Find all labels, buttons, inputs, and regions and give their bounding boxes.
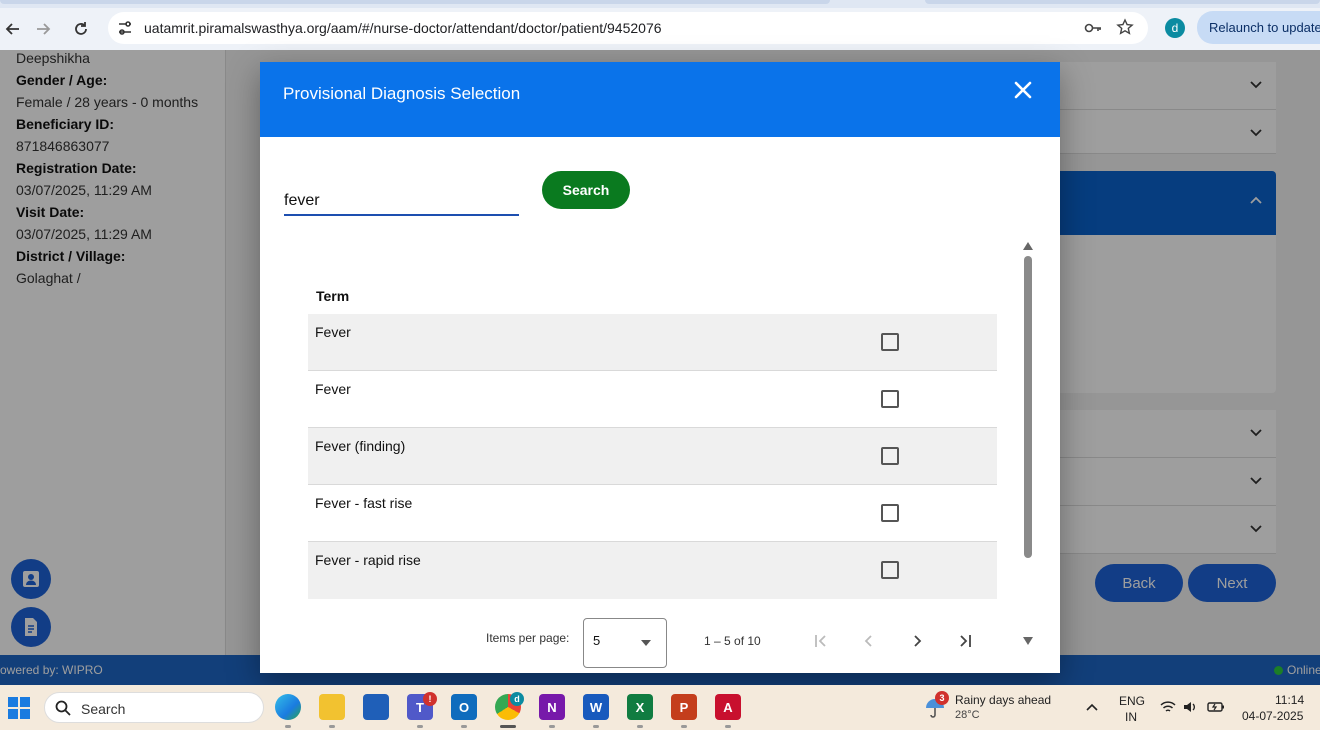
select-checkbox[interactable] (881, 561, 899, 579)
forward-arrow-icon[interactable] (30, 16, 56, 42)
search-button[interactable]: Search (542, 171, 630, 209)
other-tab[interactable] (925, 0, 1320, 4)
previous-page-button[interactable] (857, 629, 881, 653)
diagnosis-table: Term Fever Fever Fever (finding) Fever -… (308, 280, 997, 599)
table-row: Fever (308, 314, 997, 371)
term-cell: Fever (finding) (315, 438, 406, 454)
provisional-diagnosis-dialog: Provisional Diagnosis Selection Search T… (260, 62, 1060, 673)
windows-taskbar: Search T ! O d N W X P A 3 Rainy days ah… (0, 685, 1320, 730)
browser-toolbar: uatamrit.piramalswasthya.org/aam/#/nurse… (0, 8, 1320, 50)
screen: { "browser": { "url": "uatamrit.piramals… (0, 0, 1320, 730)
dropdown-caret-icon (641, 640, 651, 646)
active-indicator (500, 725, 516, 728)
items-per-page-label: Items per page: (486, 631, 570, 645)
tab-strip (0, 0, 1320, 8)
close-icon[interactable] (1012, 79, 1034, 101)
last-page-button[interactable] (953, 629, 977, 653)
weather-badge: 3 (935, 691, 949, 705)
running-indicator (549, 725, 555, 728)
last-page-icon (960, 635, 971, 647)
running-indicator (417, 725, 423, 728)
table-row: Fever - rapid rise (308, 542, 997, 599)
select-checkbox[interactable] (881, 333, 899, 351)
term-cell: Fever - fast rise (315, 495, 413, 511)
dialog-title: Provisional Diagnosis Selection (283, 84, 521, 103)
onenote-icon[interactable]: N (539, 694, 565, 720)
address-bar[interactable]: uatamrit.piramalswasthya.org/aam/#/nurse… (108, 12, 1148, 44)
weather-title[interactable]: Rainy days ahead (955, 693, 1051, 707)
chevron-up-icon[interactable] (1086, 702, 1098, 712)
notification-badge: ! (423, 692, 437, 706)
term-cell: Fever (315, 381, 351, 397)
file-explorer-icon[interactable] (319, 694, 345, 720)
taskbar-search[interactable]: Search (44, 692, 264, 723)
clock-date[interactable]: 04-07-2025 (1242, 709, 1303, 723)
running-indicator (725, 725, 731, 728)
language-indicator[interactable]: ENG (1119, 694, 1145, 708)
excel-icon[interactable]: X (627, 694, 653, 720)
microsoft-store-icon[interactable] (363, 694, 389, 720)
chevron-right-icon (914, 635, 922, 647)
powerpoint-icon[interactable]: P (671, 694, 697, 720)
password-key-icon[interactable] (1084, 20, 1102, 36)
running-indicator (329, 725, 335, 728)
battery-icon[interactable] (1207, 700, 1225, 714)
scroll-up-arrow-icon[interactable] (1022, 241, 1034, 251)
running-indicator (637, 725, 643, 728)
next-page-button[interactable] (905, 629, 929, 653)
paginator: Items per page: 5 1 – 5 of 10 (260, 612, 1060, 673)
first-page-icon (815, 635, 826, 647)
profile-avatar[interactable]: d (1165, 18, 1185, 38)
site-settings-icon[interactable] (116, 19, 134, 37)
scrollbar-thumb[interactable] (1024, 256, 1032, 558)
select-checkbox[interactable] (881, 504, 899, 522)
chevron-left-icon (864, 635, 872, 647)
running-indicator (461, 725, 467, 728)
url-text[interactable]: uatamrit.piramalswasthya.org/aam/#/nurse… (144, 20, 662, 36)
outlook-icon[interactable]: O (451, 694, 477, 720)
table-row: Fever - fast rise (308, 485, 997, 542)
dialog-header: Provisional Diagnosis Selection (260, 62, 1060, 137)
word-icon[interactable]: W (583, 694, 609, 720)
search-icon (55, 700, 71, 716)
clock-time[interactable]: 11:14 (1275, 693, 1304, 707)
windows-start-icon[interactable] (8, 697, 30, 719)
active-tab[interactable] (0, 0, 830, 4)
reload-icon[interactable] (68, 16, 94, 42)
select-checkbox[interactable] (881, 447, 899, 465)
page-range-label: 1 – 5 of 10 (704, 634, 761, 648)
taskbar-search-label: Search (81, 701, 126, 717)
acrobat-icon[interactable]: A (715, 694, 741, 720)
table-row: Fever (308, 371, 997, 428)
edge-app-icon[interactable] (275, 694, 301, 720)
speaker-icon[interactable] (1183, 700, 1197, 714)
running-indicator (681, 725, 687, 728)
weather-temperature: 28°C (955, 709, 980, 721)
chrome-profile-badge: d (510, 692, 524, 706)
first-page-button[interactable] (809, 629, 833, 653)
term-column-header: Term (316, 288, 350, 304)
running-indicator (285, 725, 291, 728)
table-row: Fever (finding) (308, 428, 997, 485)
items-per-page-value: 5 (593, 633, 601, 648)
wifi-icon[interactable] (1160, 700, 1176, 714)
language-region: IN (1125, 710, 1137, 724)
back-arrow-icon[interactable] (0, 16, 26, 42)
diagnosis-search-input[interactable] (284, 187, 519, 216)
relaunch-button[interactable]: Relaunch to update (1197, 11, 1320, 44)
items-per-page-select[interactable]: 5 (583, 618, 667, 668)
bookmark-star-icon[interactable] (1116, 18, 1134, 36)
term-cell: Fever - rapid rise (315, 552, 421, 568)
running-indicator (593, 725, 599, 728)
select-checkbox[interactable] (881, 390, 899, 408)
term-cell: Fever (315, 324, 351, 340)
